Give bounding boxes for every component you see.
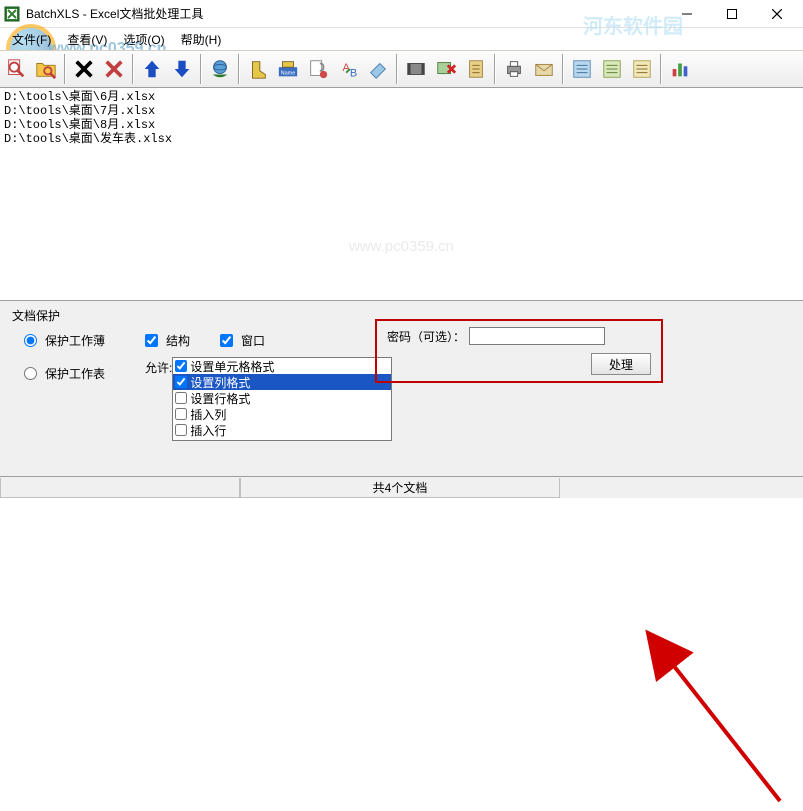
password-label: 密码（可选）： [387, 328, 465, 345]
toolbar-down-icon[interactable] [168, 54, 196, 84]
toolbar-film-icon[interactable] [402, 54, 430, 84]
password-box: 密码（可选）： 处理 [375, 319, 663, 383]
radio-protect-worksheet-input[interactable] [24, 367, 37, 380]
allow-item[interactable]: 设置列格式 [173, 374, 391, 390]
process-button[interactable]: 处理 [591, 353, 651, 375]
menubar: 文件(F) 查看(V) 选项(O) 帮助(H) [0, 28, 803, 50]
toolbar-print-icon[interactable] [500, 54, 528, 84]
toolbar-clear-icon[interactable] [100, 54, 128, 84]
status-bar: 共4个文档 [0, 476, 803, 498]
app-icon [4, 6, 20, 22]
svg-text:B: B [350, 67, 357, 79]
checkbox-window-input[interactable] [220, 334, 233, 347]
allow-item[interactable]: 设置单元格格式 [173, 358, 391, 374]
svg-text:Name: Name [281, 71, 296, 77]
allow-item-checkbox[interactable] [175, 360, 187, 372]
toolbar-chart-icon[interactable] [666, 54, 694, 84]
menu-file[interactable]: 文件(F) [4, 29, 59, 50]
checkbox-structure-input[interactable] [145, 334, 158, 347]
toolbar: Name AB [0, 50, 803, 88]
allow-label: 允许: [145, 357, 172, 376]
allow-item-checkbox[interactable] [175, 392, 187, 404]
menu-options[interactable]: 选项(O) [115, 29, 172, 50]
toolbar-document-icon[interactable] [462, 54, 490, 84]
maximize-button[interactable] [709, 0, 754, 28]
status-cell-left [0, 478, 240, 498]
radio-protect-worksheet[interactable]: 保护工作表 [24, 365, 105, 382]
toolbar-attach-icon[interactable] [304, 54, 332, 84]
toolbar-mail-icon[interactable] [530, 54, 558, 84]
bottom-panel: 文档保护 保护工作薄 保护工作表 结构 窗口 [0, 300, 803, 498]
allow-listbox[interactable]: 设置单元格格式设置列格式设置行格式插入列插入行 [172, 357, 392, 441]
radio-protect-workbook[interactable]: 保护工作薄 [24, 332, 105, 349]
allow-item[interactable]: 插入行 [173, 422, 391, 438]
toolbar-delete-icon[interactable] [70, 54, 98, 84]
toolbar-list3-icon[interactable] [628, 54, 656, 84]
allow-item-checkbox[interactable] [175, 376, 187, 388]
annotation-arrow [560, 611, 790, 811]
allow-item[interactable]: 设置行格式 [173, 390, 391, 406]
allow-item-checkbox[interactable] [175, 408, 187, 420]
toolbar-replace-text-icon[interactable]: AB [334, 54, 362, 84]
toolbar-add-folder-icon[interactable] [32, 54, 60, 84]
allow-item[interactable]: 插入列 [173, 406, 391, 422]
toolbar-add-file-icon[interactable] [2, 54, 30, 84]
toolbar-name-icon[interactable]: Name [274, 54, 302, 84]
toolbar-up-icon[interactable] [138, 54, 166, 84]
titlebar: BatchXLS - Excel文档批处理工具 [0, 0, 803, 28]
status-file-count: 共4个文档 [240, 478, 560, 498]
toolbar-browser-icon[interactable] [206, 54, 234, 84]
minimize-button[interactable] [664, 0, 709, 28]
menu-help[interactable]: 帮助(H) [173, 29, 230, 50]
checkbox-structure[interactable]: 结构 [145, 332, 190, 349]
toolbar-eraser-icon[interactable] [364, 54, 392, 84]
allow-item-checkbox[interactable] [175, 424, 187, 436]
toolbar-boot-icon[interactable] [244, 54, 272, 84]
file-list[interactable]: D:\tools\桌面\6月.xlsx D:\tools\桌面\7月.xlsx … [0, 88, 803, 300]
menu-view[interactable]: 查看(V) [59, 29, 115, 50]
window-title: BatchXLS - Excel文档批处理工具 [26, 5, 664, 22]
toolbar-list1-icon[interactable] [568, 54, 596, 84]
close-button[interactable] [754, 0, 799, 28]
checkbox-window[interactable]: 窗口 [220, 332, 265, 349]
radio-protect-workbook-input[interactable] [24, 334, 37, 347]
password-input[interactable] [469, 327, 605, 345]
toolbar-list2-icon[interactable] [598, 54, 626, 84]
toolbar-delete-image-icon[interactable] [432, 54, 460, 84]
